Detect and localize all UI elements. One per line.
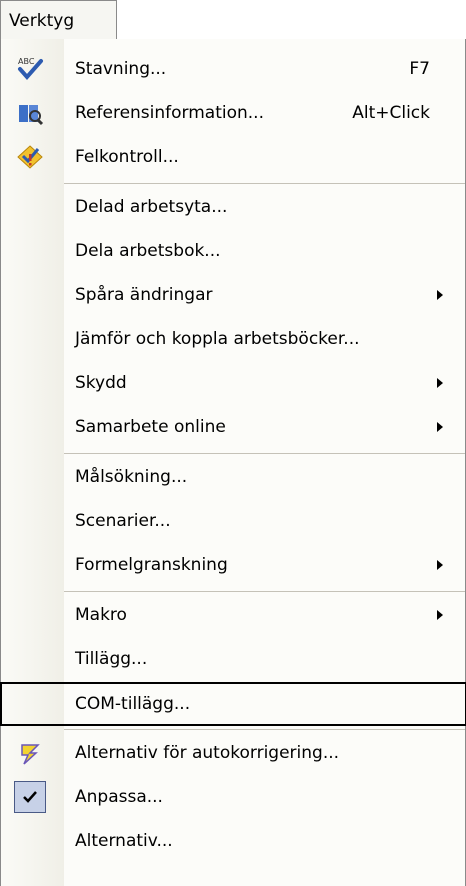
menu-item-label: COM-tillägg... <box>75 694 191 714</box>
menu-item-label: Felkontroll... <box>75 147 179 167</box>
menu-verktyg-button[interactable]: Verktyg <box>0 0 117 40</box>
menu-item-makro[interactable]: Makro <box>1 593 465 637</box>
menu-item-label: Dela arbetsbok... <box>75 241 221 261</box>
menu-item-shortcut: F7 <box>409 59 430 79</box>
menu-item-label: Delad arbetsyta... <box>75 197 228 217</box>
submenu-arrow-icon <box>437 560 443 570</box>
spelling-abc-icon: ABC <box>16 55 44 83</box>
menu-separator <box>64 183 465 184</box>
menu-item-label: Alternativ för autokorrigering... <box>75 743 340 763</box>
menu-item-autokorrigering[interactable]: Alternativ för autokorrigering... <box>1 731 465 775</box>
menu-item-label: Alternativ... <box>75 831 173 851</box>
menu-item-formelgranskning[interactable]: Formelgranskning <box>1 543 465 587</box>
menu-item-com-tillagg[interactable]: COM-tillägg... <box>0 682 466 726</box>
menu-item-shortcut: Alt+Click <box>352 103 430 123</box>
menu-item-label: Formelgranskning <box>75 555 228 575</box>
menu-item-spara-andringar[interactable]: Spåra ändringar <box>1 273 465 317</box>
checkmark-icon <box>23 791 37 803</box>
menu-item-label: Referensinformation... <box>75 103 264 123</box>
tools-dropdown-menu: ABC Stavning... F7 Referensinformation..… <box>0 39 466 886</box>
menu-item-felkontroll[interactable]: Felkontroll... <box>1 135 465 179</box>
menu-item-dela-arbetsbok[interactable]: Dela arbetsbok... <box>1 229 465 273</box>
menu-separator <box>64 591 465 592</box>
error-check-icon <box>16 143 44 171</box>
menu-item-tillagg[interactable]: Tillägg... <box>1 637 465 681</box>
menu-item-referensinformation[interactable]: Referensinformation... Alt+Click <box>1 91 465 135</box>
menu-item-malsokning[interactable]: Målsökning... <box>1 455 465 499</box>
menu-item-label: Tillägg... <box>75 649 148 669</box>
svg-text:ABC: ABC <box>18 57 35 66</box>
menu-item-label: Scenarier... <box>75 511 171 531</box>
submenu-arrow-icon <box>437 290 443 300</box>
menu-item-delad-arbetsyta[interactable]: Delad arbetsyta... <box>1 185 465 229</box>
menu-item-label: Samarbete online <box>75 417 226 437</box>
menu-item-label: Stavning... <box>75 59 167 79</box>
research-book-icon <box>16 99 44 127</box>
menu-item-label: Jämför och koppla arbetsböcker... <box>75 329 360 349</box>
menu-item-alternativ[interactable]: Alternativ... <box>1 819 465 863</box>
menu-item-anpassa[interactable]: Anpassa... <box>1 775 465 819</box>
menu-separator <box>64 729 465 730</box>
menu-item-samarbete-online[interactable]: Samarbete online <box>1 405 465 449</box>
checked-state-box <box>14 781 46 813</box>
menu-item-label: Spåra ändringar <box>75 285 213 305</box>
menu-item-label: Målsökning... <box>75 467 188 487</box>
menu-item-label: Anpassa... <box>75 787 163 807</box>
menu-item-scenarier[interactable]: Scenarier... <box>1 499 465 543</box>
menu-item-label: Makro <box>75 605 127 625</box>
submenu-arrow-icon <box>437 610 443 620</box>
menu-item-stavning[interactable]: ABC Stavning... F7 <box>1 47 465 91</box>
menu-item-jamfor-och-koppla[interactable]: Jämför och koppla arbetsböcker... <box>1 317 465 361</box>
submenu-arrow-icon <box>437 422 443 432</box>
menu-item-skydd[interactable]: Skydd <box>1 361 465 405</box>
menu-verktyg-label: Verktyg <box>9 11 75 31</box>
menu-separator <box>64 453 465 454</box>
menu-item-label: Skydd <box>75 373 127 393</box>
autocorrect-lightning-icon <box>16 739 44 767</box>
submenu-arrow-icon <box>437 378 443 388</box>
